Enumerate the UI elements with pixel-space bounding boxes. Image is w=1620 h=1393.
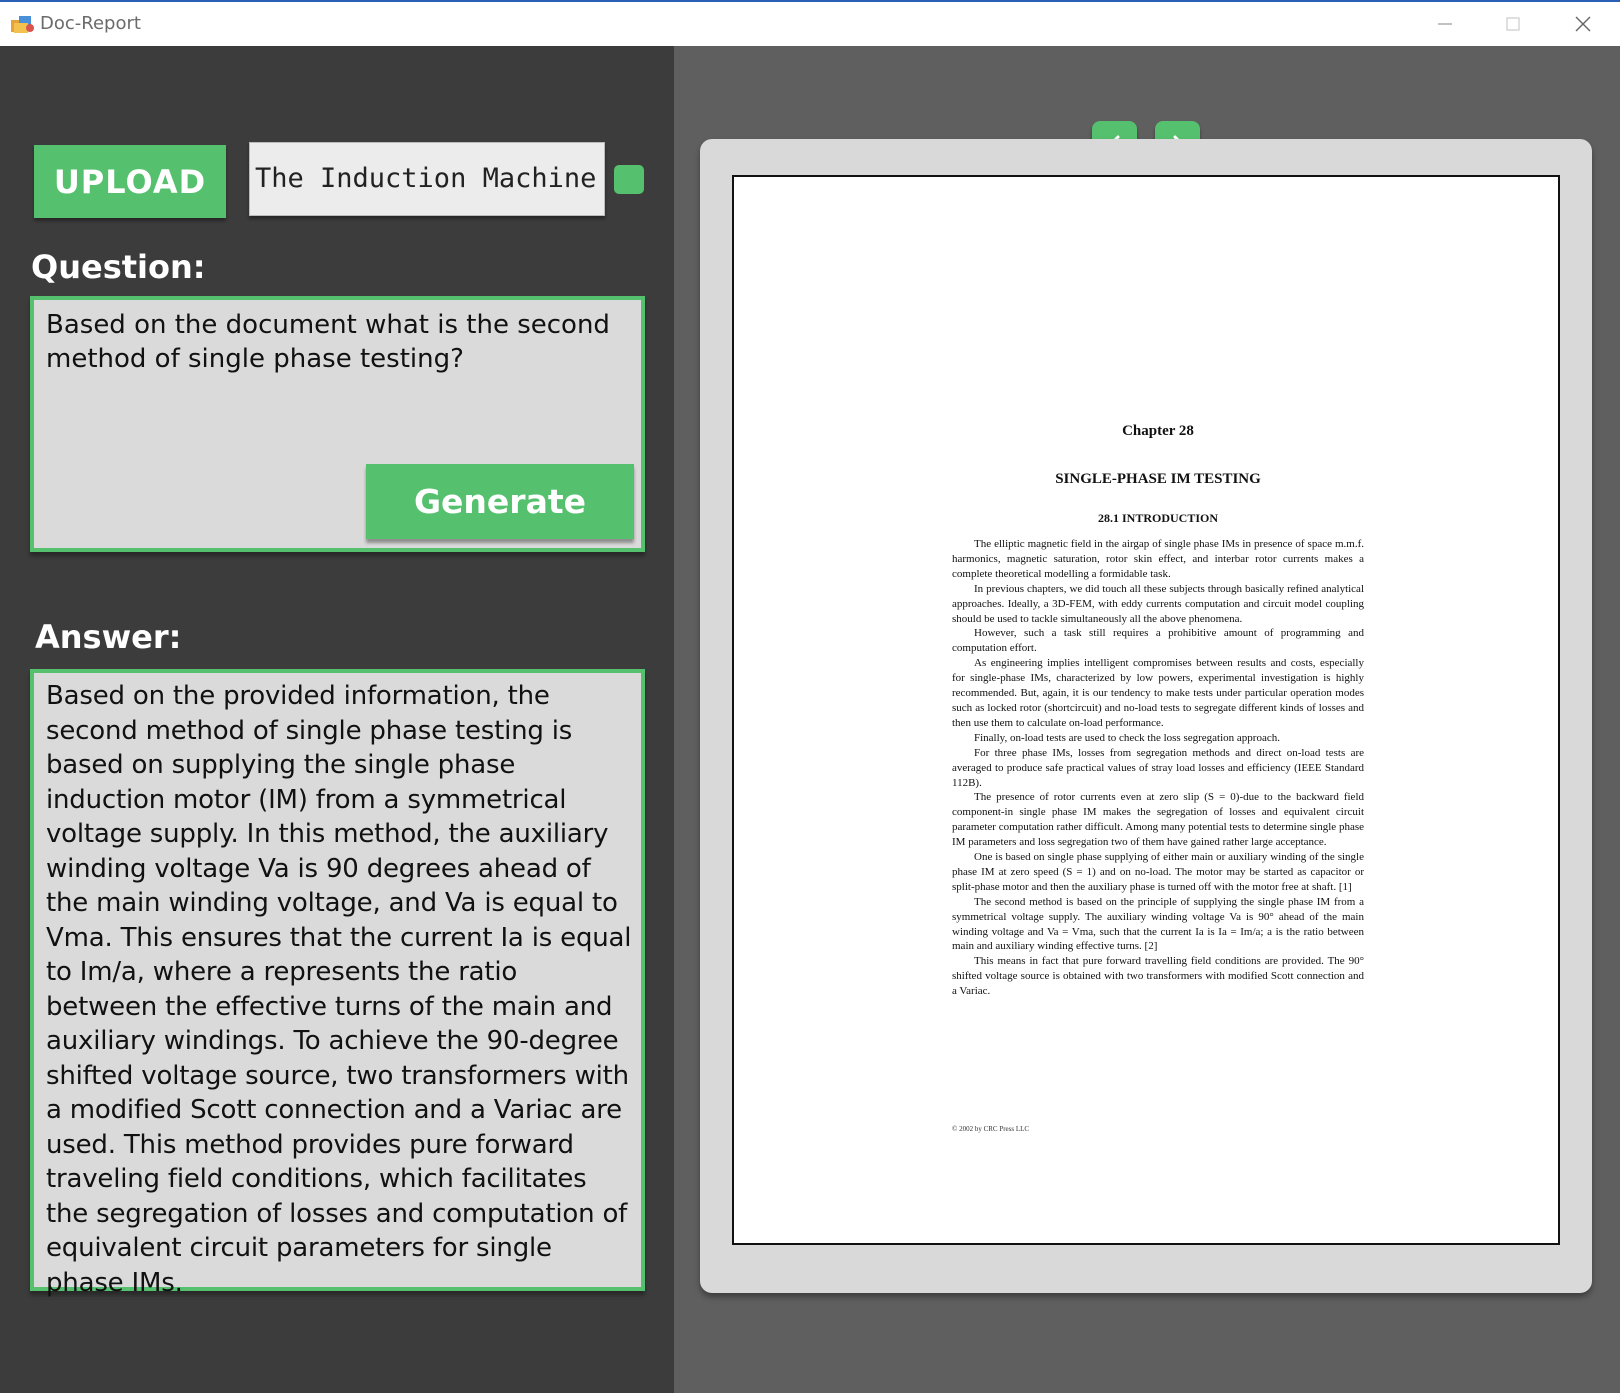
doc-paragraph: However, such a task still requires a pr… (952, 627, 1364, 655)
doc-paragraph: This means in fact that pure forward tra… (952, 955, 1364, 998)
maximize-icon (1506, 17, 1520, 31)
document-panel: Chapter 28 SINGLE-PHASE IM TESTING 28.1 … (674, 46, 1620, 1393)
question-label: Question: (31, 248, 206, 286)
close-icon (1575, 16, 1591, 32)
generate-button[interactable]: Generate (366, 464, 634, 539)
close-button[interactable] (1550, 2, 1616, 46)
minimize-icon (1438, 23, 1452, 25)
document-page: Chapter 28 SINGLE-PHASE IM TESTING 28.1 … (732, 175, 1560, 1245)
doc-paragraph: In previous chapters, we did touch all t… (952, 582, 1364, 625)
upload-button[interactable]: UPLOAD (34, 145, 226, 218)
doc-paragraph: The presence of rotor currents even at z… (952, 791, 1364, 849)
app-icon (11, 16, 34, 33)
doc-paragraph: For three phase IMs, losses from segrega… (952, 746, 1364, 789)
title-bar: Doc-Report (0, 0, 1620, 46)
doc-paragraph: The second method is based on the princi… (952, 895, 1364, 953)
status-indicator (614, 165, 644, 194)
doc-footer: © 2002 by CRC Press LLC (952, 1125, 1030, 1133)
document-viewer: Chapter 28 SINGLE-PHASE IM TESTING 28.1 … (700, 139, 1592, 1293)
doc-paragraph: The elliptic magnetic field in the airga… (952, 538, 1364, 580)
maximize-button[interactable] (1480, 2, 1546, 46)
filename-field[interactable]: The Induction Machine H (249, 142, 605, 216)
window-title: Doc-Report (40, 13, 141, 34)
answer-box: Based on the provided information, the s… (30, 669, 645, 1298)
question-input[interactable]: Based on the document what is the second… (46, 308, 633, 376)
doc-section-heading: 28.1 INTRODUCTION (1097, 511, 1218, 525)
doc-paragraph: As engineering implies intelligent compr… (952, 657, 1364, 729)
doc-paragraph: One is based on single phase supplying o… (952, 851, 1364, 893)
doc-chapter: Chapter 28 (1122, 423, 1194, 439)
answer-label: Answer: (35, 618, 182, 656)
doc-paragraph: Finally, on-load tests are used to check… (974, 731, 1280, 744)
doc-body: The elliptic magnetic field in the airga… (952, 537, 1364, 999)
doc-title: SINGLE-PHASE IM TESTING (1055, 471, 1261, 487)
answer-text: Based on the provided information, the s… (46, 681, 632, 1298)
question-box: Based on the document what is the second… (30, 296, 645, 552)
minimize-button[interactable] (1412, 2, 1478, 46)
